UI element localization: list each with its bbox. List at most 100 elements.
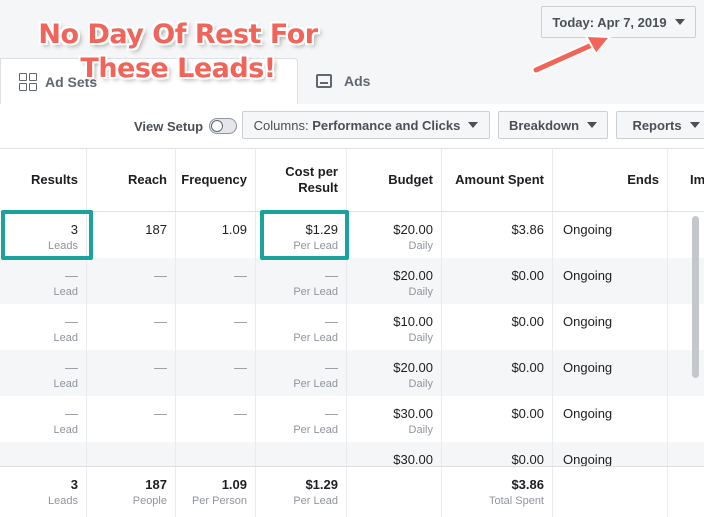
reports-label: Reports	[632, 117, 682, 133]
cost-value: —	[325, 360, 338, 375]
table-row[interactable]: — Lead — — — Per Lead $10.00 Daily $0.00 Ongoing	[0, 304, 704, 350]
total-reach-value: 187	[145, 477, 167, 492]
table-row[interactable]: 3 Leads 187 1.09 $1.29 Per Lead $20.00 Daily $3.…	[0, 212, 704, 258]
table-row[interactable]: — Lead — — — Per Lead $30.00 Daily $0.00 Ongoing	[0, 396, 704, 442]
column-header-frequency[interactable]: Frequency	[176, 149, 256, 211]
cost-sub: Per Lead	[293, 424, 338, 436]
cost-sub: Per Lead	[293, 332, 338, 344]
reach-value: —	[154, 314, 167, 329]
columns-button[interactable]: Columns: Performance and Clicks	[242, 111, 490, 139]
tab-ads-label: Ads	[344, 73, 371, 89]
reports-button[interactable]: Reports	[616, 111, 704, 139]
chevron-down-icon	[587, 122, 598, 128]
ends-value: Ongoing	[563, 268, 613, 283]
cell-budget: $20.00 Daily	[347, 212, 442, 258]
results-sub: Lead	[53, 424, 78, 436]
cell-frequency: —	[176, 258, 256, 304]
results-sub: Lead	[53, 332, 78, 344]
cell-results: — Lead	[0, 304, 87, 350]
cell-results: — Lead	[0, 396, 87, 442]
column-header-reach[interactable]: Reach	[87, 149, 176, 211]
column-header-ends[interactable]: Ends	[553, 149, 668, 211]
total-reach-sub: People	[132, 495, 167, 507]
column-header-budget[interactable]: Budget	[347, 149, 442, 211]
total-cost: $1.29 Per Lead	[256, 467, 347, 517]
cell-budget: $20.00 Daily	[347, 350, 442, 396]
results-value: —	[65, 406, 78, 421]
cost-value: —	[325, 268, 338, 283]
total-results: 3 Leads	[0, 467, 87, 517]
breakdown-button[interactable]: Breakdown	[498, 111, 608, 139]
column-header-label: Budget	[388, 172, 433, 187]
cell-reach: —	[87, 350, 176, 396]
column-header-label: Results	[31, 172, 78, 187]
cell-ends: Ongoing	[553, 212, 668, 258]
cell-frequency: —	[176, 396, 256, 442]
budget-sub: Daily	[408, 332, 433, 344]
ends-value: Ongoing	[563, 452, 613, 467]
spent-value: $0.00	[511, 268, 544, 283]
results-value: —	[65, 314, 78, 329]
reach-value: —	[154, 360, 167, 375]
view-setup-label: View Setup	[134, 118, 204, 134]
total-frequency: 1.09 Per Person	[176, 467, 256, 517]
total-spent: $3.86 Total Spent	[442, 467, 553, 517]
column-header-amount-spent[interactable]: Amount Spent	[442, 149, 553, 211]
spent-value: $0.00	[511, 314, 544, 329]
frequency-value: —	[234, 268, 247, 283]
budget-sub: Daily	[408, 286, 433, 298]
cell-spent: $0.00	[442, 350, 553, 396]
cost-value: —	[325, 406, 338, 421]
spent-value: $0.00	[511, 406, 544, 421]
view-setup-toggle[interactable]	[209, 118, 238, 134]
cell-spent: $0.00	[442, 396, 553, 442]
column-header-results[interactable]: Results	[0, 149, 87, 211]
cell-spent: $3.86	[442, 212, 553, 258]
budget-value: $30.00	[393, 406, 433, 421]
chevron-down-icon	[689, 122, 700, 128]
cell-cost: — Per Lead	[256, 304, 347, 350]
cell-ends: Ongoing	[553, 304, 668, 350]
chevron-down-icon	[468, 122, 479, 128]
results-value: —	[65, 360, 78, 375]
total-frequency-value: 1.09	[221, 477, 247, 492]
column-header-impressions[interactable]: Im	[668, 149, 704, 211]
table-row[interactable]: — Lead — — — Per Lead $20.00 Daily $0.00 Ongoing	[0, 258, 704, 304]
spent-value: $0.00	[511, 452, 544, 467]
results-sub: Lead	[53, 286, 78, 298]
column-header-label: Cost per Result	[285, 164, 338, 195]
view-setup-control[interactable]: View Setup	[134, 118, 238, 134]
column-header-label: Amount Spent	[455, 172, 544, 187]
chevron-down-icon	[674, 19, 685, 25]
tab-ads[interactable]: Ads	[300, 58, 520, 104]
cell-results: — Lead	[0, 258, 87, 304]
cell-reach: 187	[87, 212, 176, 258]
total-results-value: 3	[70, 477, 78, 492]
table-row[interactable]: — Lead — — — Per Lead $20.00 Daily $0.00 Ongoing	[0, 350, 704, 396]
budget-sub: Daily	[408, 424, 433, 436]
cell-ends: Ongoing	[553, 350, 668, 396]
cell-budget: $20.00 Daily	[347, 258, 442, 304]
cell-ends: Ongoing	[553, 258, 668, 304]
column-header-label: Reach	[127, 172, 167, 187]
cell-cost: — Per Lead	[256, 396, 347, 442]
ends-value: Ongoing	[563, 314, 613, 329]
reach-value: —	[154, 268, 167, 283]
cell-frequency: —	[176, 350, 256, 396]
cost-sub: Per Lead	[293, 378, 338, 390]
total-reach: 187 People	[87, 467, 176, 517]
frequency-value: —	[234, 314, 247, 329]
results-highlight-box	[1, 210, 93, 260]
total-ends	[553, 467, 668, 517]
vertical-scrollbar[interactable]	[692, 216, 699, 378]
columns-prefix: Columns:	[253, 117, 313, 133]
toolbar: View Setup Columns: Performance and Clic…	[0, 104, 704, 149]
column-header-cost-per-result[interactable]: Cost per Result	[256, 149, 347, 211]
budget-sub: Daily	[408, 240, 433, 252]
frequency-value: —	[234, 360, 247, 375]
cell-spent: $0.00	[442, 258, 553, 304]
cell-spent: $0.00	[442, 304, 553, 350]
date-range-label: Today: Apr 7, 2019	[552, 14, 667, 30]
ends-value: Ongoing	[563, 360, 613, 375]
total-budget	[347, 467, 442, 517]
